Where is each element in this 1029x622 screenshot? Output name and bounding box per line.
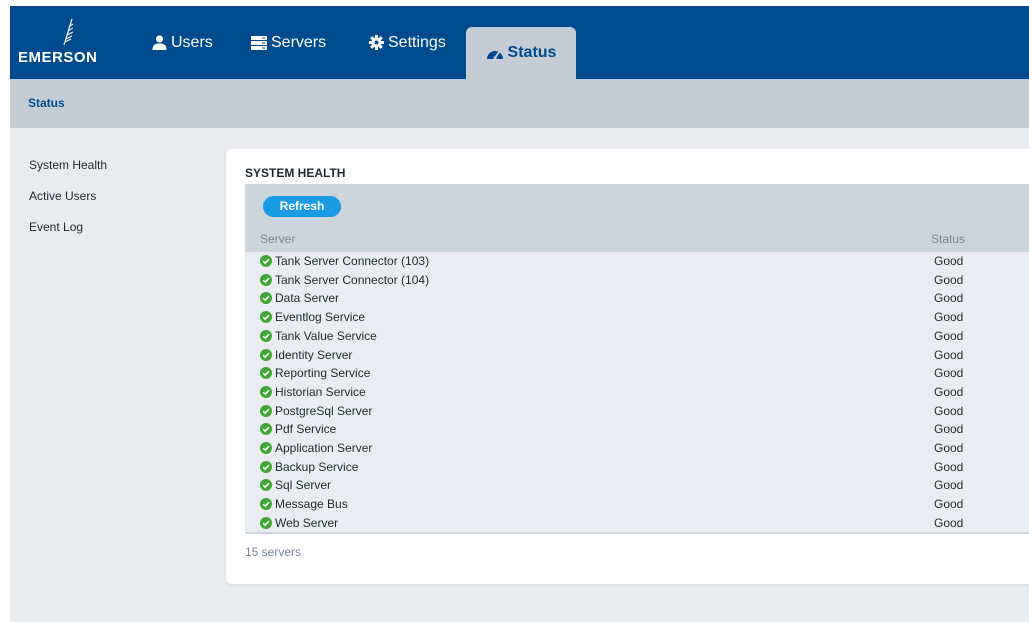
emerson-logo[interactable]: EMERSON <box>18 19 113 66</box>
server-name: Pdf Service <box>275 422 337 437</box>
table-row[interactable]: Eventlog Service Good <box>245 308 1029 327</box>
check-circle-icon <box>260 255 272 267</box>
server-name: Historian Service <box>275 384 366 399</box>
nav-tab-servers-label: Servers <box>271 33 327 51</box>
server-name: Tank Server Connector (104) <box>275 272 430 287</box>
server-name: Tank Server Connector (103) <box>275 254 430 268</box>
table-row[interactable]: Tank Value Service Good <box>245 327 1029 346</box>
nav-tab-settings[interactable]: Settings <box>369 6 446 79</box>
check-circle-icon <box>260 423 272 436</box>
column-header-status[interactable]: Status <box>931 232 965 246</box>
check-circle-icon <box>260 329 272 342</box>
refresh-button[interactable]: Refresh <box>263 196 341 217</box>
nav-tab-settings-label: Settings <box>388 33 446 51</box>
table-row[interactable]: Message Bus Good <box>245 495 1029 514</box>
table-row[interactable]: Web Server Good <box>245 514 1029 533</box>
table-row[interactable]: Pdf Service Good <box>245 420 1029 439</box>
server-status: Good <box>934 310 964 325</box>
breadcrumb-status: Status <box>28 96 65 110</box>
dashboard-icon <box>486 46 504 60</box>
server-name: Identity Server <box>275 347 353 362</box>
table-row[interactable]: Data Server Good <box>245 289 1029 308</box>
nav-tab-status-label: Status <box>507 44 557 61</box>
emerson-logo-icon <box>63 19 74 45</box>
breadcrumb: Status <box>10 79 1029 128</box>
server-name: Reporting Service <box>275 366 371 381</box>
server-status: Good <box>934 403 964 418</box>
check-circle-icon <box>260 460 272 473</box>
server-icon <box>251 35 267 50</box>
top-navigation-bar: EMERSON Users Servers Settings Status <box>10 6 1029 79</box>
server-status: Good <box>934 497 964 512</box>
check-circle-icon <box>260 404 272 417</box>
table-row[interactable]: PostgreSql Server Good <box>245 402 1029 421</box>
sidebar-item-system-health[interactable]: System Health <box>29 158 107 172</box>
nav-tab-status[interactable]: Status <box>466 27 576 79</box>
server-status: Good <box>934 254 964 268</box>
server-name: Tank Value Service <box>275 328 377 343</box>
column-header-server[interactable]: Server <box>260 232 295 246</box>
server-status: Good <box>934 515 964 530</box>
server-status: Good <box>934 366 964 381</box>
server-status: Good <box>934 347 964 362</box>
table-row[interactable]: Identity Server Good <box>245 346 1029 365</box>
table-row[interactable]: Reporting Service Good <box>245 364 1029 383</box>
server-name: Eventlog Service <box>275 310 366 325</box>
server-name: Message Bus <box>275 497 348 512</box>
server-status: Good <box>934 422 964 437</box>
server-count: 15 servers <box>245 545 302 559</box>
table-row[interactable]: Sql Server Good <box>245 476 1029 495</box>
app-frame: EMERSON Users Servers Settings Status St… <box>10 6 1029 622</box>
check-circle-icon <box>260 311 272 324</box>
server-name: PostgreSql Server <box>275 403 373 418</box>
server-status: Good <box>934 441 964 455</box>
server-status: Good <box>934 384 964 399</box>
server-name: Backup Service <box>275 459 359 474</box>
sidebar-item-active-users[interactable]: Active Users <box>29 189 96 203</box>
server-name: Sql Server <box>275 478 332 493</box>
check-circle-icon <box>260 479 272 492</box>
server-status: Good <box>934 272 964 287</box>
user-icon <box>152 35 167 50</box>
table-row[interactable]: Tank Server Connector (103) Good <box>245 252 1029 271</box>
table-row[interactable]: Historian Service Good <box>245 383 1029 402</box>
table-row[interactable]: Application Server Good <box>245 439 1029 458</box>
gear-icon <box>369 35 384 50</box>
server-name: Application Server <box>275 441 373 455</box>
nav-tab-users[interactable]: Users <box>152 6 213 79</box>
brand-name: EMERSON <box>18 49 98 66</box>
check-circle-icon <box>260 292 272 305</box>
sidebar-item-event-log[interactable]: Event Log <box>29 220 83 234</box>
server-status: Good <box>934 459 964 474</box>
panel-title: SYSTEM HEALTH <box>245 166 346 180</box>
table-body: Tank Server Connector (103) Good Tank Serv… <box>245 252 1029 532</box>
nav-tab-servers[interactable]: Servers <box>251 6 326 79</box>
check-circle-icon <box>260 273 272 286</box>
check-circle-icon <box>260 442 272 454</box>
check-circle-icon <box>260 348 272 361</box>
server-status-table: Refresh Server Status Tank Server Connec… <box>245 184 1029 534</box>
table-row[interactable]: Tank Server Connector (104) Good <box>245 271 1029 290</box>
server-status: Good <box>934 291 964 306</box>
check-circle-icon <box>260 385 272 398</box>
nav-tab-users-label: Users <box>171 33 213 51</box>
table-row[interactable]: Backup Service Good <box>245 458 1029 477</box>
server-status: Good <box>934 478 964 493</box>
check-circle-icon <box>260 516 272 529</box>
server-name: Web Server <box>275 515 339 530</box>
server-status: Good <box>934 328 964 343</box>
check-circle-icon <box>260 367 272 380</box>
server-name: Data Server <box>275 291 340 306</box>
system-health-panel: SYSTEM HEALTH Refresh Server Status Tank… <box>226 149 1029 584</box>
check-circle-icon <box>260 498 272 511</box>
